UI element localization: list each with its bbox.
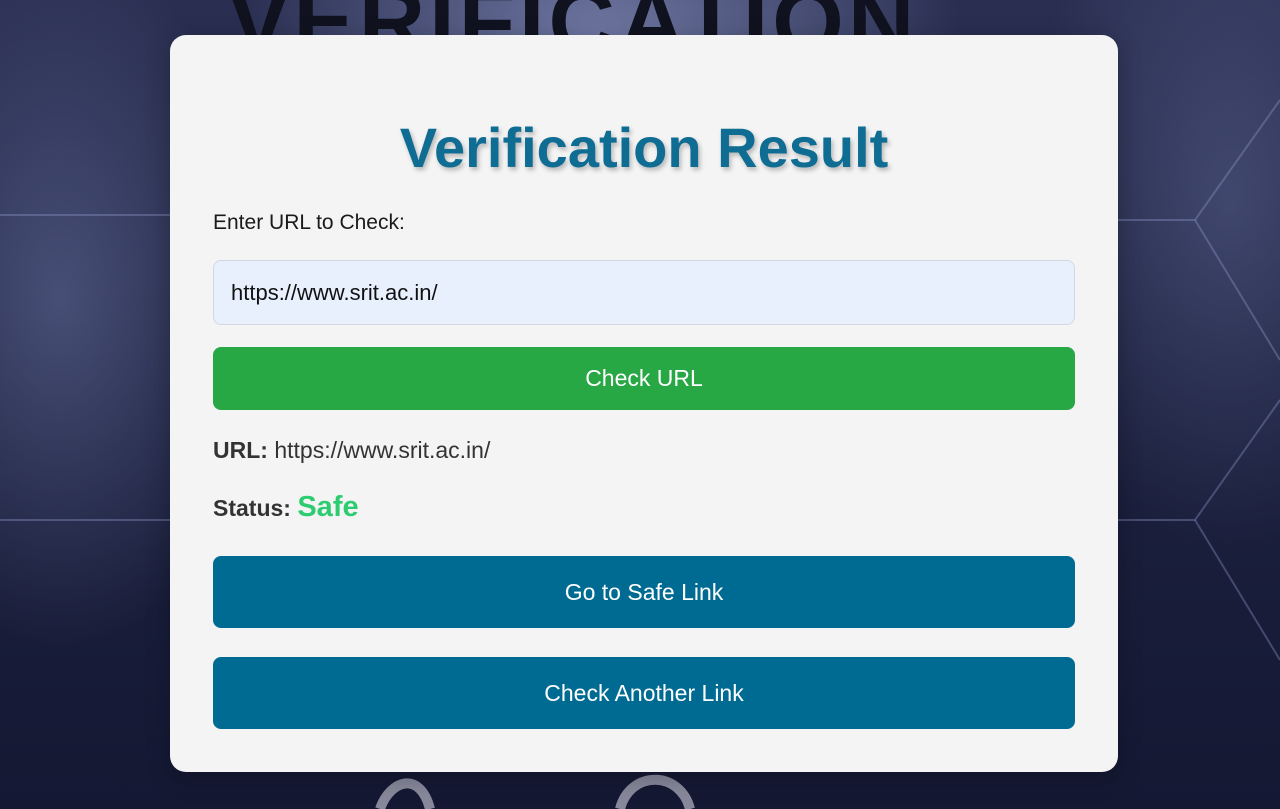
check-url-button[interactable]: Check URL <box>213 347 1075 410</box>
url-input[interactable] <box>213 260 1075 325</box>
status-badge: Safe <box>297 491 359 523</box>
verification-card: Verification Result Enter URL to Check: … <box>170 35 1118 772</box>
result-status-label: Status: <box>213 495 291 521</box>
page-title: Verification Result <box>399 116 889 179</box>
result-url-value: https://www.srit.ac.in/ <box>274 437 491 463</box>
url-field-label: Enter URL to Check: <box>213 211 405 234</box>
result-url-label: URL: <box>213 437 268 463</box>
check-another-link-button[interactable]: Check Another Link <box>213 657 1075 729</box>
go-to-safe-link-button[interactable]: Go to Safe Link <box>213 556 1075 628</box>
result-status-row: Status: Safe <box>213 491 359 524</box>
result-url-row: URL: https://www.srit.ac.in/ <box>213 437 490 464</box>
